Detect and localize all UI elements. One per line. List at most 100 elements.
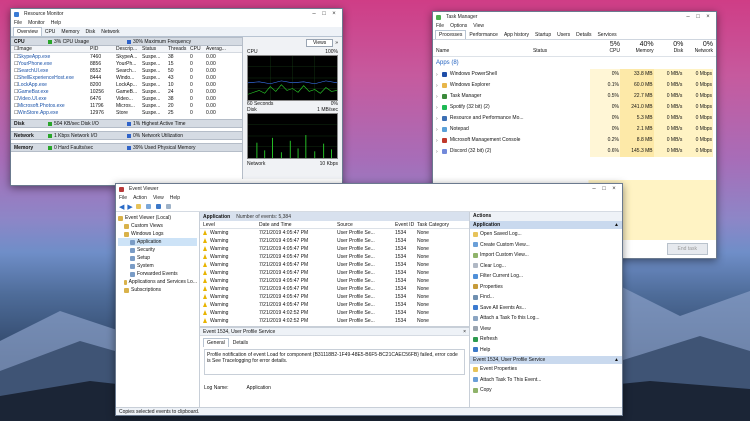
event-row[interactable]: Warning 7/21/2019 4:05:47 PM User Profile … [200, 229, 469, 237]
action-item[interactable]: Event Properties [470, 364, 622, 375]
tab-network[interactable]: Network [98, 28, 122, 36]
event-row[interactable]: Warning 7/21/2019 4:02:52 PM User Profile … [200, 309, 469, 317]
expand-icon[interactable]: » [335, 40, 338, 46]
menu-action[interactable]: Action [133, 195, 147, 201]
tree-node[interactable]: Setup [118, 254, 197, 262]
action-item[interactable]: Clear Log... [470, 261, 622, 272]
col-status[interactable]: Status [533, 48, 590, 54]
col-disk[interactable]: 0% Disk [654, 41, 683, 54]
actions-group-application[interactable]: Application [473, 222, 500, 228]
tab-performance[interactable]: Performance [466, 31, 501, 39]
maximize-icon[interactable]: □ [693, 14, 703, 20]
minimize-icon[interactable]: – [683, 14, 693, 20]
col-cpu[interactable]: 5% CPU [590, 41, 620, 54]
col-network[interactable]: 0% Network [683, 41, 713, 54]
menu-help[interactable]: Help [170, 195, 180, 201]
action-item[interactable]: View [470, 324, 622, 335]
collapse-icon[interactable]: ▲ [614, 357, 619, 363]
menu-file[interactable]: File [119, 195, 127, 201]
menu-options[interactable]: Options [450, 23, 467, 29]
action-item[interactable]: Help [470, 345, 622, 356]
memory-section-header[interactable]: Memory 0 Hard Faults/sec 39% Used Physic… [11, 143, 242, 152]
tree-node[interactable]: Subscriptions [118, 286, 197, 294]
action-item[interactable]: Attach Task To This Event... [470, 375, 622, 386]
action-item[interactable]: Create Custom View... [470, 240, 622, 251]
col-task-category[interactable]: Task Category [417, 222, 457, 228]
process-row[interactable]: ☐Video.UI.exe6476Video...Suspe...3800.00 [11, 95, 242, 102]
event-row[interactable]: Warning 7/21/2019 4:05:47 PM User Profile … [200, 285, 469, 293]
tree-node[interactable]: Windows Logs [118, 230, 197, 238]
tab-app-history[interactable]: App history [501, 31, 532, 39]
event-row[interactable]: Warning 7/21/2019 4:05:47 PM User Profile … [200, 237, 469, 245]
tree-node[interactable]: System [118, 262, 197, 270]
tab-cpu[interactable]: CPU [42, 28, 59, 36]
event-row[interactable]: Warning 7/21/2019 4:05:47 PM User Profile … [200, 277, 469, 285]
app-row[interactable]: › Discord (32 bit) (2) 0.6% 145.3 MB 0 MB/s 0… [433, 146, 716, 157]
col-status[interactable]: Status [142, 46, 168, 52]
network-section-header[interactable]: Network 1 Kbps Network I/O 0% Network Ut… [11, 131, 242, 140]
tab-disk[interactable]: Disk [82, 28, 98, 36]
folder-icon[interactable] [135, 204, 141, 209]
col-average[interactable]: Averag... [206, 46, 232, 52]
event-row[interactable]: Warning 7/21/2019 4:05:47 PM User Profile … [200, 245, 469, 253]
process-row[interactable]: ☐GameBar.exe10256GameB...Suspe...2400.00 [11, 88, 242, 95]
tab-processes[interactable]: Processes [435, 30, 467, 39]
process-row[interactable]: ☐YourPhone.exe8856YourPh...Suspe...1500.… [11, 60, 242, 67]
app-row[interactable]: › Spotify (32 bit) (2) 0% 241.0 MB 0 MB/s 0 M… [433, 102, 716, 113]
menu-view[interactable]: View [473, 23, 484, 29]
forward-icon[interactable]: ▶ [127, 203, 132, 211]
actions-group-event[interactable]: Event 1534, User Profile Service [473, 357, 545, 363]
tab-details[interactable]: Details [573, 31, 594, 39]
tree-node[interactable]: Application [118, 238, 197, 246]
help-icon[interactable] [155, 204, 161, 209]
properties-icon[interactable] [145, 204, 151, 209]
end-task-button[interactable]: End task [666, 243, 708, 255]
col-memory[interactable]: 40% Memory [620, 41, 654, 54]
tab-general[interactable]: General [203, 338, 229, 347]
app-row[interactable]: › Notepad 0% 2.1 MB 0 MB/s 0 Mbps [433, 124, 716, 135]
app-row[interactable]: › Windows Explorer 0.1% 60.0 MB 0 MB/s 0 Mbps [433, 80, 716, 91]
collapse-icon[interactable]: ▲ [614, 222, 619, 228]
tab-services[interactable]: Services [594, 31, 619, 39]
process-row[interactable]: ☐WinStore.App.exe12976StoreSuspe...2500.… [11, 109, 242, 116]
close-icon[interactable]: × [609, 186, 619, 192]
tab-overview[interactable]: Overview [13, 27, 42, 36]
tree-node[interactable]: Security [118, 246, 197, 254]
app-row[interactable]: › Resource and Performance Mo... 0% 5.3 MB 0… [433, 113, 716, 124]
action-item[interactable]: Find... [470, 292, 622, 303]
col-cpu[interactable]: CPU [190, 46, 206, 52]
maximize-icon[interactable]: □ [599, 186, 609, 192]
col-date-time[interactable]: Date and Time [259, 222, 337, 228]
panel-icon[interactable] [165, 204, 171, 209]
col-threads[interactable]: Threads [168, 46, 190, 52]
views-button[interactable]: Views [305, 39, 334, 47]
col-source[interactable]: Source [337, 222, 395, 228]
event-row[interactable]: Warning 7/21/2019 4:02:52 PM User Profile … [200, 317, 469, 325]
action-item[interactable]: Filter Current Log... [470, 271, 622, 282]
action-item[interactable]: Properties [470, 282, 622, 293]
close-icon[interactable]: × [329, 11, 339, 17]
menu-help[interactable]: Help [51, 20, 61, 26]
close-detail-icon[interactable]: × [463, 329, 466, 335]
back-icon[interactable]: ◀ [119, 203, 124, 211]
action-item[interactable]: Copy [470, 385, 622, 396]
action-item[interactable]: Open Saved Log... [470, 229, 622, 240]
tab-memory[interactable]: Memory [58, 28, 82, 36]
col-event-id[interactable]: Event ID [395, 222, 417, 228]
close-icon[interactable]: × [703, 14, 713, 20]
minimize-icon[interactable]: – [309, 11, 319, 17]
app-row[interactable]: › Task Manager 0.5% 22.7 MB 0 MB/s 0 Mbps [433, 91, 716, 102]
menu-monitor[interactable]: Monitor [28, 20, 45, 26]
tree-node[interactable]: Event Viewer (Local) [118, 214, 197, 222]
maximize-icon[interactable]: □ [319, 11, 329, 17]
tree-node[interactable]: Forwarded Events [118, 270, 197, 278]
tab-startup[interactable]: Startup [532, 31, 554, 39]
menu-file[interactable]: File [14, 20, 22, 26]
col-pid[interactable]: PID [90, 46, 116, 52]
event-row[interactable]: Warning 7/21/2019 4:05:47 PM User Profile … [200, 293, 469, 301]
event-row[interactable]: Warning 7/21/2019 4:05:47 PM User Profile … [200, 253, 469, 261]
action-item[interactable]: Refresh [470, 334, 622, 345]
tree-node[interactable]: Custom Views [118, 222, 197, 230]
process-row[interactable]: ☐Microsoft.Photos.exe11796Micros...Suspe… [11, 102, 242, 109]
tree-node[interactable]: Applications and Services Lo... [118, 278, 197, 286]
